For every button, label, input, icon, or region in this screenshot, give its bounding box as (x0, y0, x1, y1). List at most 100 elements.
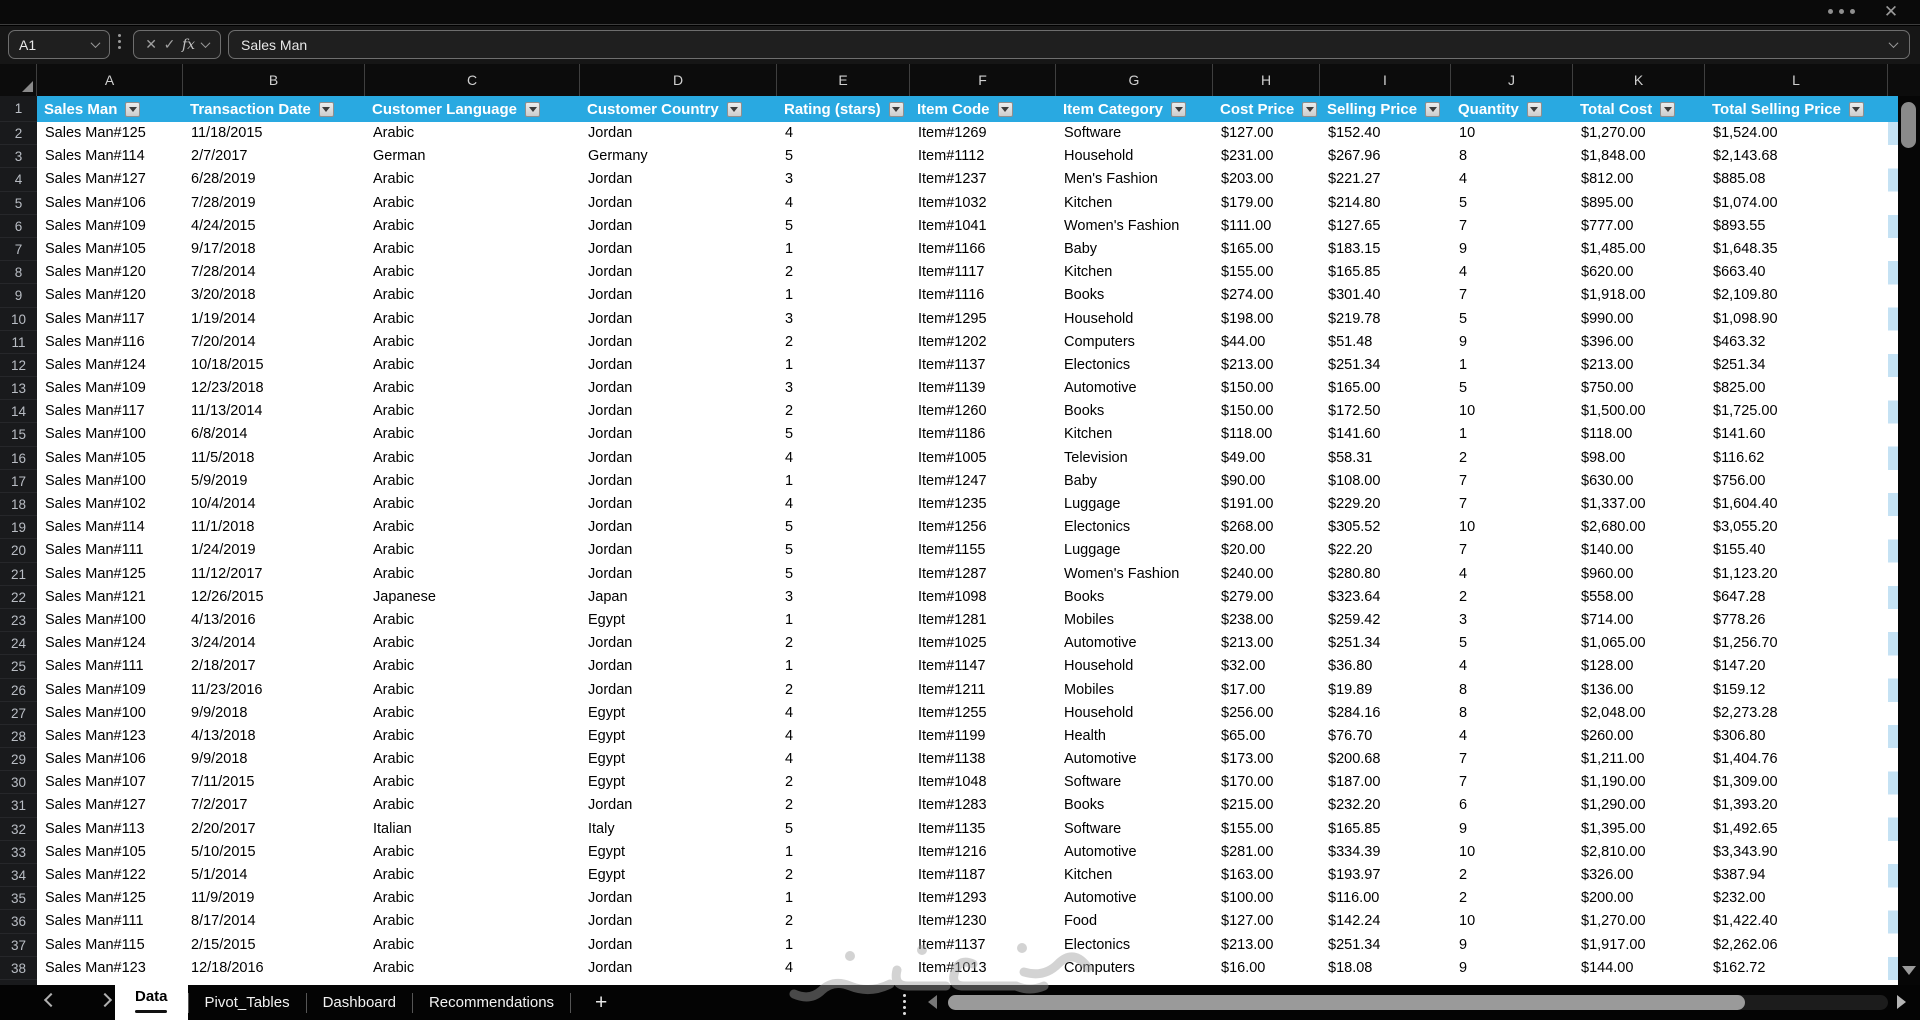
row-number[interactable]: 21 (0, 562, 37, 586)
grid-cell[interactable]: Egypt (580, 771, 777, 794)
grid-cell[interactable]: 11/18/2015 (183, 122, 365, 145)
confirm-icon[interactable]: ✓ (164, 36, 176, 53)
grid-cell[interactable]: 10 (1451, 400, 1573, 423)
grid-cell[interactable]: 5 (1451, 192, 1573, 215)
grid-cell[interactable]: Jordan (580, 447, 777, 470)
grid-cell[interactable]: $1,918.00 (1573, 284, 1705, 307)
grid-cell[interactable]: Sales Man#127 (37, 794, 183, 817)
grid-cell[interactable]: $387.94 (1705, 864, 1888, 887)
grid-cell[interactable]: Jordan (580, 331, 777, 354)
grid-cell[interactable]: Sales Man#127 (37, 168, 183, 191)
grid-cell[interactable]: 5 (777, 516, 910, 539)
grid-cell[interactable]: $155.40 (1705, 539, 1888, 562)
grid-cell[interactable]: Item#1005 (910, 447, 1056, 470)
column-letter-B[interactable]: B (183, 64, 365, 96)
grid-cell[interactable]: 4/24/2015 (183, 215, 365, 238)
grid-cell[interactable]: Arabic (365, 168, 580, 191)
grid-cell[interactable]: Item#1216 (910, 841, 1056, 864)
grid-cell[interactable]: 6/8/2014 (183, 423, 365, 446)
grid-cell[interactable]: $990.00 (1573, 308, 1705, 331)
grid-cell[interactable]: Arabic (365, 632, 580, 655)
grid-cell[interactable]: $111.00 (1213, 215, 1320, 238)
grid-cell[interactable]: 7 (1451, 284, 1573, 307)
grid-cell[interactable]: $170.00 (1213, 771, 1320, 794)
grid-cell[interactable]: 2 (777, 331, 910, 354)
grid-cell[interactable]: 1 (777, 238, 910, 261)
header-cell[interactable]: Customer Language (365, 96, 580, 122)
grid-cell[interactable]: 8 (1451, 702, 1573, 725)
header-cell[interactable]: Selling Price (1320, 96, 1451, 122)
grid-cell[interactable]: $2,273.28 (1705, 702, 1888, 725)
horizontal-scrollbar[interactable] (948, 995, 1888, 1010)
grid-cell[interactable]: $326.00 (1573, 864, 1705, 887)
grid-cell[interactable]: 1/24/2019 (183, 539, 365, 562)
grid-cell[interactable]: $118.00 (1573, 423, 1705, 446)
grid-cell[interactable]: Item#1202 (910, 331, 1056, 354)
grid-cell[interactable]: Jordan (580, 215, 777, 238)
grid-cell[interactable]: $140.00 (1573, 539, 1705, 562)
grid-cell[interactable]: 7/20/2014 (183, 331, 365, 354)
grid-cell[interactable]: German (365, 145, 580, 168)
grid-cell[interactable]: Sales Man#111 (37, 539, 183, 562)
grid-cell[interactable]: 9 (1451, 934, 1573, 957)
grid-cell[interactable]: $280.80 (1320, 563, 1451, 586)
grid-cell[interactable]: 4 (777, 192, 910, 215)
add-sheet-button[interactable]: + (571, 986, 631, 1019)
grid-cell[interactable]: $960.00 (1573, 563, 1705, 586)
grid-cell[interactable]: Arabic (365, 308, 580, 331)
grid-cell[interactable]: Item#1235 (910, 493, 1056, 516)
grid-cell[interactable]: Sales Man#117 (37, 400, 183, 423)
formula-input[interactable]: Sales Man (228, 30, 1910, 59)
grid-cell[interactable]: Kitchen (1056, 423, 1213, 446)
grid-cell[interactable]: 9 (1451, 238, 1573, 261)
grid-cell[interactable]: Item#1256 (910, 516, 1056, 539)
grid-cell[interactable]: $750.00 (1573, 377, 1705, 400)
row-number[interactable]: 11 (0, 330, 37, 354)
grid-cell[interactable]: 2/18/2017 (183, 655, 365, 678)
grid-cell[interactable]: $893.55 (1705, 215, 1888, 238)
grid-cell[interactable]: 5/9/2019 (183, 470, 365, 493)
grid-cell[interactable]: Computers (1056, 331, 1213, 354)
grid-cell[interactable]: Item#1187 (910, 864, 1056, 887)
grid-cell[interactable]: $173.00 (1213, 748, 1320, 771)
filter-dropdown-icon[interactable] (1660, 101, 1676, 117)
grid-cell[interactable]: 4 (777, 447, 910, 470)
grid-cell[interactable]: $232.00 (1705, 887, 1888, 910)
grid-cell[interactable]: Sales Man#100 (37, 609, 183, 632)
grid-cell[interactable]: Baby (1056, 470, 1213, 493)
grid-cell[interactable]: 4 (777, 493, 910, 516)
grid-cell[interactable]: $1,848.00 (1573, 145, 1705, 168)
grid-cell[interactable]: Arabic (365, 516, 580, 539)
grid-cell[interactable]: $22.20 (1320, 539, 1451, 562)
grid-cell[interactable]: 7 (1451, 771, 1573, 794)
grid-cell[interactable]: 10 (1451, 122, 1573, 145)
grid-cell[interactable]: 12/26/2015 (183, 586, 365, 609)
grid-cell[interactable]: 1 (777, 354, 910, 377)
grid-cell[interactable]: $1,211.00 (1573, 748, 1705, 771)
grid-cell[interactable]: Jordan (580, 238, 777, 261)
grid-cell[interactable]: Egypt (580, 748, 777, 771)
grid-cell[interactable]: Egypt (580, 702, 777, 725)
grid-cell[interactable]: 7 (1451, 493, 1573, 516)
grid-cell[interactable]: Jordan (580, 470, 777, 493)
grid-cell[interactable]: 7/28/2014 (183, 261, 365, 284)
grid-cell[interactable]: 4/13/2016 (183, 609, 365, 632)
grid-cell[interactable]: $172.50 (1320, 400, 1451, 423)
grid-cell[interactable]: Arabic (365, 192, 580, 215)
grid-cell[interactable]: Arabic (365, 423, 580, 446)
grid-cell[interactable]: $2,810.00 (1573, 841, 1705, 864)
grid-cell[interactable]: Sales Man#124 (37, 632, 183, 655)
grid-cell[interactable]: 5 (1451, 377, 1573, 400)
grid-cell[interactable]: Jordan (580, 284, 777, 307)
grid-cell[interactable]: Item#1116 (910, 284, 1056, 307)
grid-cell[interactable]: $238.00 (1213, 609, 1320, 632)
grid-cell[interactable]: 9/17/2018 (183, 238, 365, 261)
grid-cell[interactable]: Sales Man#107 (37, 771, 183, 794)
row-number[interactable]: 33 (0, 840, 37, 864)
row-number[interactable]: 8 (0, 261, 37, 285)
grid-cell[interactable]: $18.08 (1320, 957, 1451, 980)
filter-dropdown-icon[interactable] (888, 101, 904, 117)
grid-cell[interactable]: Jordan (580, 632, 777, 655)
grid-cell[interactable]: Italian (365, 818, 580, 841)
filter-dropdown-icon[interactable] (525, 101, 541, 117)
